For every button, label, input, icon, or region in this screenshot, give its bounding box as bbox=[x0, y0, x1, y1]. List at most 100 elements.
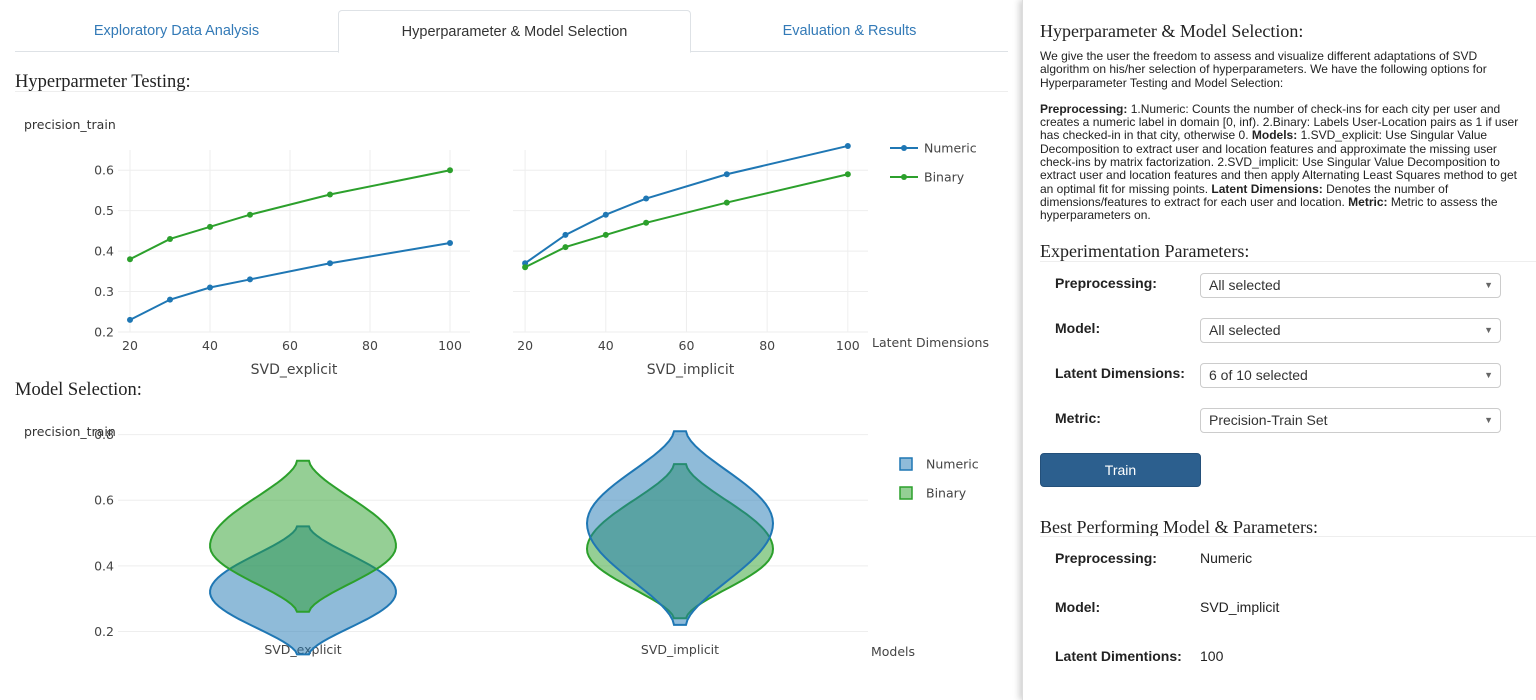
data-point bbox=[327, 260, 333, 267]
data-point bbox=[167, 296, 173, 303]
y-tick-label: 0.4 bbox=[94, 558, 114, 573]
legend-marker bbox=[901, 145, 907, 151]
data-point bbox=[522, 264, 529, 271]
preprocessing-select-value: All selected bbox=[1209, 277, 1281, 293]
legend-label: Binary bbox=[926, 486, 967, 501]
legend-label: Numeric bbox=[924, 141, 977, 156]
tab-exploratory-data-analysis[interactable]: Exploratory Data Analysis bbox=[15, 10, 338, 52]
best-latent-dimentions-label: Latent Dimentions: bbox=[1055, 648, 1182, 664]
legend-swatch bbox=[899, 486, 913, 500]
y-tick-label: 0.2 bbox=[94, 624, 114, 639]
data-point bbox=[167, 235, 173, 242]
model-selection-violin-chart: precision_train0.20.40.60.8SVD_explicitS… bbox=[24, 424, 979, 659]
chevron-down-icon: ▼ bbox=[1484, 370, 1493, 380]
model-select[interactable]: All selected ▼ bbox=[1200, 318, 1501, 343]
y-tick-label: 0.6 bbox=[94, 493, 114, 508]
data-point bbox=[723, 171, 730, 178]
best-model-label: Model: bbox=[1055, 599, 1101, 615]
x-tick-label: 20 bbox=[122, 338, 138, 353]
x-tick-label: 40 bbox=[202, 338, 218, 353]
data-point bbox=[844, 142, 851, 149]
panel-intro: We give the user the freedom to assess a… bbox=[1040, 49, 1487, 90]
divider bbox=[1040, 261, 1536, 262]
y-tick-label: 0.4 bbox=[94, 244, 114, 259]
desc-latent-heading: Latent Dimensions: bbox=[1211, 181, 1323, 196]
desc-metric-heading: Metric: bbox=[1348, 194, 1388, 209]
best-preprocessing-value: Numeric bbox=[1200, 550, 1253, 566]
x-tick-label: 40 bbox=[598, 338, 614, 353]
y-tick-label: 0.2 bbox=[94, 325, 114, 340]
x-tick-label: 60 bbox=[679, 338, 695, 353]
model-label: Model: bbox=[1055, 320, 1101, 336]
legend-swatch bbox=[899, 457, 913, 471]
x-tick-label: 80 bbox=[759, 338, 775, 353]
data-point bbox=[247, 211, 253, 218]
sidebar-panel: Hyperparameter & Model Selection: We giv… bbox=[1022, 0, 1536, 700]
y-tick-label: 0.6 bbox=[94, 163, 114, 178]
metric-label: Metric: bbox=[1055, 410, 1101, 426]
data-point bbox=[643, 195, 650, 202]
x-axis-label: Latent Dimensions bbox=[872, 335, 989, 350]
data-point bbox=[723, 199, 730, 206]
best-model-title: Best Performing Model & Parameters: bbox=[1040, 517, 1318, 537]
data-point bbox=[127, 256, 133, 263]
tab-bar: Exploratory Data Analysis Hyperparameter… bbox=[15, 10, 1008, 53]
y-axis-label: precision_train bbox=[24, 117, 116, 132]
data-point bbox=[844, 171, 851, 178]
y-tick-label: 0.5 bbox=[94, 203, 114, 218]
desc-models-heading: Models: bbox=[1251, 128, 1298, 143]
model-select-value: All selected bbox=[1209, 322, 1281, 338]
metric-select-value: Precision-Train Set bbox=[1209, 412, 1328, 428]
tab-hyperparameter-model-selection[interactable]: Hyperparameter & Model Selection bbox=[338, 10, 691, 53]
divider bbox=[15, 91, 1008, 92]
data-point bbox=[562, 244, 569, 251]
metric-select[interactable]: Precision-Train Set ▼ bbox=[1200, 408, 1501, 433]
chevron-down-icon: ▼ bbox=[1484, 325, 1493, 335]
x-tick-label: 20 bbox=[517, 338, 533, 353]
latent-dimensions-select-value: 6 of 10 selected bbox=[1209, 367, 1308, 383]
data-point bbox=[327, 191, 333, 198]
data-point bbox=[247, 276, 253, 283]
data-point bbox=[602, 211, 609, 218]
hyperparameter-testing-title: Hyperparmeter Testing: bbox=[15, 72, 191, 92]
panel-description: We give the user the freedom to assess a… bbox=[1040, 49, 1522, 223]
y-tick-label: 0.3 bbox=[94, 284, 114, 299]
chevron-down-icon: ▼ bbox=[1484, 280, 1493, 290]
x-tick-label: 100 bbox=[836, 338, 860, 353]
chevron-down-icon: ▼ bbox=[1484, 415, 1493, 425]
y-tick-label: 0.8 bbox=[94, 427, 114, 442]
hyperparameter-line-chart: precision_train 0.2 0.3 0.4 0.5 0.6 20 40 60 80 10… bbox=[24, 117, 989, 378]
x-axis-label: Models bbox=[871, 644, 915, 659]
experimentation-parameters-title: Experimentation Parameters: bbox=[1040, 241, 1250, 261]
x-tick-label: 100 bbox=[438, 338, 462, 353]
tab-evaluation-results[interactable]: Evaluation & Results bbox=[691, 10, 1008, 52]
data-point bbox=[207, 284, 213, 291]
legend-label: Numeric bbox=[926, 457, 979, 472]
panel-options-text: Preprocessing: 1.Numeric: Counts the num… bbox=[1040, 101, 1522, 223]
x-tick-label: SVD_implicit bbox=[641, 642, 719, 657]
divider bbox=[1040, 536, 1536, 537]
data-point bbox=[602, 231, 609, 238]
x-tick-label: 80 bbox=[362, 338, 378, 353]
data-point bbox=[643, 219, 650, 226]
desc-preprocessing-heading: Preprocessing: bbox=[1040, 101, 1128, 116]
best-latent-dimentions-value: 100 bbox=[1200, 648, 1224, 664]
main-area: Exploratory Data Analysis Hyperparameter… bbox=[0, 0, 1022, 700]
best-model-value: SVD_implicit bbox=[1200, 599, 1280, 615]
model-selection-title: Model Selection: bbox=[15, 380, 142, 400]
preprocessing-select[interactable]: All selected ▼ bbox=[1200, 273, 1501, 298]
latent-dimensions-select[interactable]: 6 of 10 selected ▼ bbox=[1200, 363, 1501, 388]
train-button[interactable]: Train bbox=[1040, 453, 1201, 487]
data-point bbox=[127, 316, 133, 323]
violin-numeric-svd_implicit bbox=[585, 430, 775, 626]
best-preprocessing-label: Preprocessing: bbox=[1055, 550, 1157, 566]
panel-title: Hyperparameter & Model Selection: bbox=[1040, 21, 1304, 41]
data-point bbox=[562, 231, 569, 238]
data-point bbox=[447, 167, 453, 174]
panel-title: SVD_explicit bbox=[251, 362, 338, 378]
legend-marker bbox=[901, 174, 907, 180]
data-point bbox=[447, 240, 453, 247]
data-point bbox=[207, 223, 213, 230]
latent-dimensions-label: Latent Dimensions: bbox=[1055, 365, 1185, 381]
legend-label: Binary bbox=[924, 170, 965, 185]
